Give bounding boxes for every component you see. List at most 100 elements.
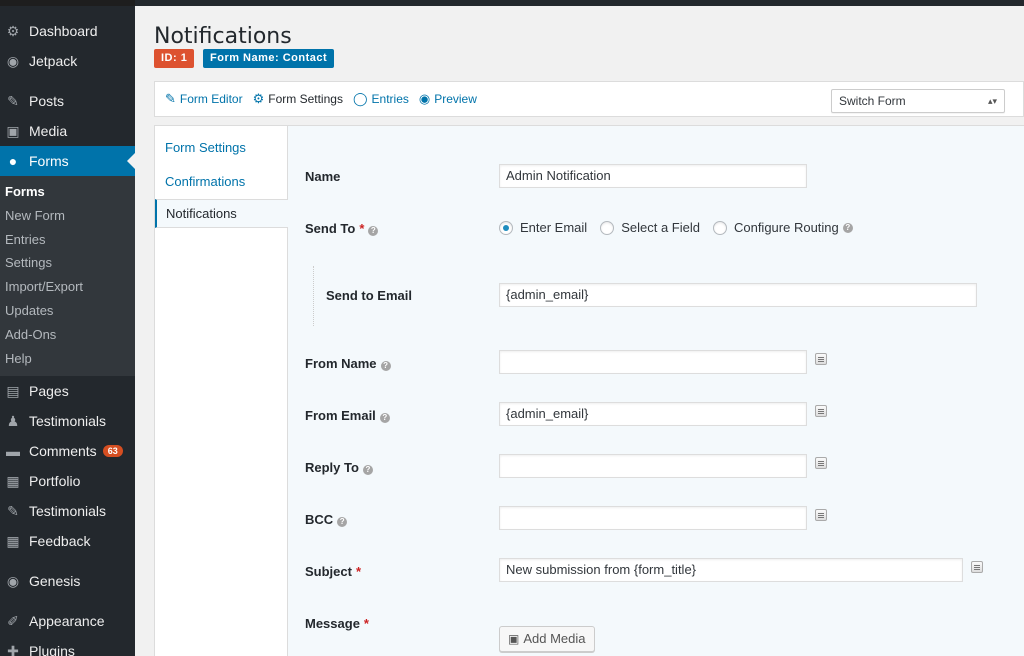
submenu-entries[interactable]: Entries	[0, 228, 135, 252]
send-to-email-input[interactable]: {admin_email}	[499, 283, 977, 307]
sidebar-item-label: Appearance	[29, 613, 105, 630]
submenu-add-ons[interactable]: Add-Ons	[0, 323, 135, 347]
name-label: Name	[305, 169, 340, 184]
sidebar-item-testimonials[interactable]: ♟ Testimonials	[0, 406, 135, 436]
reply-to-label-text: Reply To	[305, 460, 359, 475]
tab-confirmations[interactable]: Confirmations	[155, 165, 287, 199]
submenu-forms[interactable]: Forms	[0, 180, 135, 204]
merge-tag-icon[interactable]	[971, 561, 983, 573]
bcc-input[interactable]	[499, 506, 807, 530]
message-label-text: Message	[305, 616, 360, 631]
notification-settings-panel: Name Admin Notification Send To *? Enter …	[288, 126, 1024, 656]
sidebar-item-label: Forms	[29, 153, 69, 169]
radio-checked-icon[interactable]	[499, 220, 513, 235]
sidebar-item-label: Testimonials	[29, 413, 107, 430]
sidebar-item-feedback[interactable]: ▦ Feedback	[0, 526, 135, 556]
help-icon[interactable]: ?	[842, 222, 853, 233]
entries-link[interactable]: ◯ Entries	[353, 91, 409, 107]
submenu-updates[interactable]: Updates	[0, 299, 135, 323]
from-name-input[interactable]	[499, 350, 807, 374]
reply-to-input[interactable]	[499, 454, 807, 478]
sidebar-item-media[interactable]: ▣ Media	[0, 116, 135, 146]
send-to-label-text: Send To	[305, 221, 356, 236]
genesis-icon: ◉	[6, 572, 20, 589]
radio-select-field[interactable]: Select a Field	[600, 220, 700, 235]
merge-tag-icon[interactable]	[815, 405, 827, 417]
message-label: Message *	[305, 616, 369, 631]
sidebar-item-label: Pages	[29, 383, 69, 400]
help-icon[interactable]: ?	[337, 517, 348, 527]
subject-label-text: Subject	[305, 564, 352, 579]
merge-tag-icon[interactable]	[815, 457, 827, 469]
sidebar-item-jetpack[interactable]: ◉ Jetpack	[0, 46, 135, 76]
help-icon[interactable]: ?	[368, 226, 379, 236]
form-name-tag: Form Name: Contact	[203, 49, 335, 68]
add-media-label: Add Media	[523, 631, 586, 646]
merge-tag-icon[interactable]	[815, 353, 827, 365]
submenu-import-export[interactable]: Import/Export	[0, 275, 135, 299]
sidebar-item-testimonials-2[interactable]: ✎ Testimonials	[0, 496, 135, 526]
form-toolbar: ✎ Form Editor ⚙ Form Settings ◯ Entries …	[154, 81, 1024, 117]
form-settings-link[interactable]: ⚙ Form Settings	[253, 91, 343, 107]
sidebar-separator	[0, 76, 135, 86]
name-input[interactable]: Admin Notification	[499, 164, 807, 188]
entries-label: Entries	[371, 92, 409, 106]
subject-label: Subject *	[305, 564, 361, 579]
select-arrows-icon: ▴▾	[987, 96, 997, 106]
sidebar-item-plugins[interactable]: ✚ Plugins	[0, 636, 135, 656]
help-icon[interactable]: ?	[362, 465, 373, 475]
radio-enter-email[interactable]: Enter Email	[499, 220, 587, 235]
pages-icon: ▤	[6, 382, 20, 399]
form-id-tag: ID: 1	[154, 49, 195, 68]
gears-icon: ⚙	[252, 91, 265, 106]
sidebar-item-appearance[interactable]: ✐ Appearance	[0, 606, 135, 636]
jetpack-icon: ◉	[6, 52, 20, 69]
form-editor-link[interactable]: ✎ Form Editor	[165, 91, 243, 107]
radio-configure-routing[interactable]: Configure Routing ?	[712, 220, 853, 235]
sidebar-item-pages[interactable]: ▤ Pages	[0, 376, 135, 406]
preview-label: Preview	[434, 92, 477, 106]
help-icon[interactable]: ?	[379, 413, 390, 423]
sidebar-item-dashboard[interactable]: ⚙ Dashboard	[0, 16, 135, 46]
sidebar-item-forms[interactable]: ● Forms	[0, 146, 135, 176]
media-icon: ▣	[6, 122, 20, 139]
settings-tabs: Form Settings Confirmations Notification…	[155, 126, 288, 656]
merge-tag-icon[interactable]	[815, 509, 827, 521]
send-to-options: Enter Email Select a Field Configure Rou…	[499, 220, 866, 235]
speech-bubble-icon: ◯	[352, 91, 368, 106]
form-editor-label: Form Editor	[179, 92, 243, 106]
sidebar-separator	[0, 596, 135, 606]
settings-container: Form Settings Confirmations Notification…	[154, 125, 1024, 656]
add-media-button[interactable]: ▣ Add Media	[499, 626, 595, 652]
sidebar-item-label: Dashboard	[29, 23, 98, 39]
switch-form-label: Switch Form	[839, 94, 906, 108]
from-email-input[interactable]: {admin_email}	[499, 402, 807, 426]
subject-input[interactable]: New submission from {form_title}	[499, 558, 963, 582]
comments-count-badge: 63	[102, 445, 123, 458]
submenu-new-form[interactable]: New Form	[0, 204, 135, 228]
admin-sidebar: ⚙ Dashboard ◉ Jetpack ✎ Posts ▣ Media ● …	[0, 0, 135, 656]
required-marker: *	[355, 564, 362, 579]
radio-unchecked-icon[interactable]	[712, 220, 727, 235]
submenu-help[interactable]: Help	[0, 347, 135, 371]
sidebar-item-comments[interactable]: ▬ Comments 63	[0, 436, 135, 466]
help-icon[interactable]: ?	[380, 361, 391, 371]
sidebar-item-label: Plugins	[29, 643, 75, 656]
sidebar-item-portfolio[interactable]: ▦ Portfolio	[0, 466, 135, 496]
edit-icon: ✎	[165, 91, 176, 106]
sidebar-item-posts[interactable]: ✎ Posts	[0, 86, 135, 116]
name-label-text: Name	[305, 169, 341, 184]
preview-link[interactable]: ◉ Preview	[419, 91, 477, 107]
reply-to-label: Reply To?	[305, 460, 373, 475]
person-icon: ♟	[6, 412, 20, 429]
radio-unchecked-icon[interactable]	[600, 220, 615, 235]
radio-label: Configure Routing	[733, 220, 839, 235]
pin-icon: ✎	[7, 92, 19, 109]
required-marker: *	[359, 221, 365, 236]
submenu-settings[interactable]: Settings	[0, 251, 135, 275]
switch-form-select[interactable]: Switch Form ▴▾	[831, 89, 1005, 113]
tab-form-settings[interactable]: Form Settings	[155, 131, 287, 165]
sidebar-item-genesis[interactable]: ◉ Genesis	[0, 566, 135, 596]
required-marker: *	[363, 616, 369, 631]
tab-notifications[interactable]: Notifications	[155, 199, 288, 228]
